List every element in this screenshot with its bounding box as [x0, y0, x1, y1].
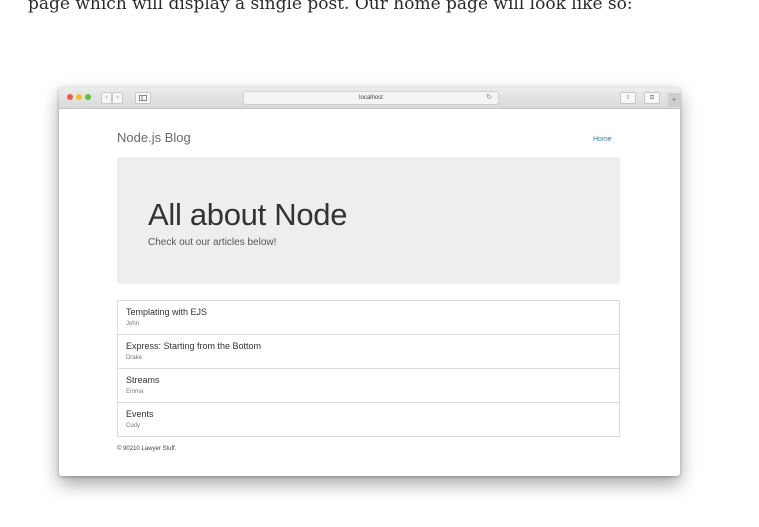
share-icon[interactable]: ⇧	[620, 92, 636, 104]
close-window-button[interactable]	[67, 94, 73, 100]
browser-toolbar: ‹ › localhost ↻ ⇧ ⧉ +	[59, 87, 680, 109]
site-brand[interactable]: Node.js Blog	[117, 130, 191, 145]
intro-paragraph: page which will display a single post. O…	[28, 0, 633, 14]
post-title[interactable]: Streams	[126, 375, 160, 385]
reload-icon[interactable]: ↻	[486, 92, 492, 104]
sidebar-icon[interactable]	[135, 92, 151, 104]
site-footer: © 90210 Lawyer Stuff.	[117, 446, 177, 452]
jumbotron-title: All about Node	[148, 197, 348, 232]
jumbotron-subtitle: Check out our articles below!	[148, 237, 277, 248]
post-author: Drake	[126, 355, 143, 361]
minimize-window-button[interactable]	[76, 94, 82, 100]
zoom-window-button[interactable]	[85, 94, 91, 100]
post-author: John	[126, 321, 140, 327]
post-list: Templating with EJS John Express: Starti…	[117, 300, 620, 437]
post-title[interactable]: Express: Starting from the Bottom	[126, 341, 261, 351]
post-title[interactable]: Events	[126, 409, 154, 419]
post-title[interactable]: Templating with EJS	[126, 307, 207, 317]
list-item[interactable]: Events Cody	[117, 402, 620, 437]
forward-button[interactable]: ›	[112, 92, 123, 104]
tabs-overview-icon[interactable]: ⧉	[644, 92, 660, 104]
jumbotron: All about Node Check out our articles be…	[117, 157, 620, 284]
list-item[interactable]: Express: Starting from the Bottom Drake	[117, 334, 620, 368]
new-tab-icon[interactable]: +	[668, 93, 680, 107]
address-text: localhost	[359, 95, 383, 101]
post-author: Emma	[126, 389, 144, 395]
list-item[interactable]: Templating with EJS John	[117, 300, 620, 334]
address-bar[interactable]: localhost ↻	[243, 91, 499, 105]
post-author: Cody	[126, 423, 141, 429]
list-item[interactable]: Streams Emma	[117, 368, 620, 402]
back-button[interactable]: ‹	[101, 92, 112, 104]
nav-home-link[interactable]: Home	[593, 136, 612, 143]
browser-window: ‹ › localhost ↻ ⇧ ⧉ + Node.js Blog Home …	[59, 87, 680, 476]
